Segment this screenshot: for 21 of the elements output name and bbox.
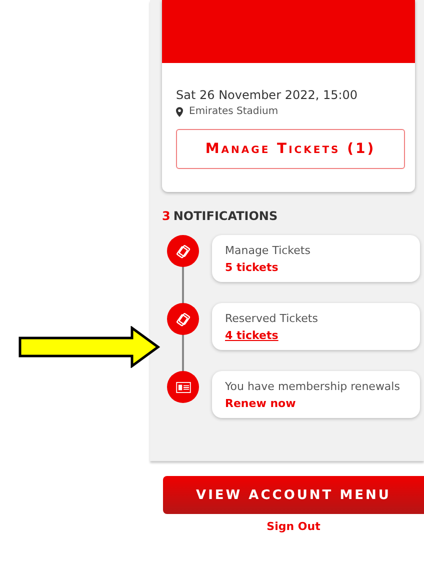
location-pin-icon bbox=[176, 106, 183, 116]
notification-title: Reserved Tickets bbox=[225, 312, 319, 325]
notification-card[interactable]: Manage Tickets 5 tickets bbox=[212, 235, 420, 282]
manage-tickets-button[interactable]: Manage Tickets (1) bbox=[176, 129, 405, 169]
view-account-menu-button[interactable]: VIEW ACCOUNT MENU bbox=[163, 476, 424, 514]
notification-count: 3 bbox=[162, 209, 170, 223]
id-card-icon bbox=[167, 371, 199, 403]
notification-link[interactable]: Renew now bbox=[225, 397, 410, 410]
tickets-icon bbox=[167, 303, 199, 335]
notification-link[interactable]: 4 tickets bbox=[225, 329, 410, 342]
venue-name: Emirates Stadium bbox=[189, 106, 278, 117]
notification-card[interactable]: Reserved Tickets 4 tickets bbox=[212, 303, 420, 350]
notifications-heading: NOTIFICATIONS bbox=[173, 209, 278, 223]
fixture-date: Sat 26 November 2022, 15:00 bbox=[176, 88, 359, 102]
tickets-icon bbox=[167, 235, 199, 267]
notification-title: Manage Tickets bbox=[225, 244, 312, 257]
notification-link[interactable]: 5 tickets bbox=[225, 261, 410, 274]
sign-out-link[interactable]: Sign Out bbox=[266, 520, 320, 533]
notification-title: You have membership renewals bbox=[225, 380, 401, 393]
arrow-icon bbox=[18, 326, 160, 368]
notification-card[interactable]: You have membership renewals Renew now bbox=[212, 371, 420, 418]
